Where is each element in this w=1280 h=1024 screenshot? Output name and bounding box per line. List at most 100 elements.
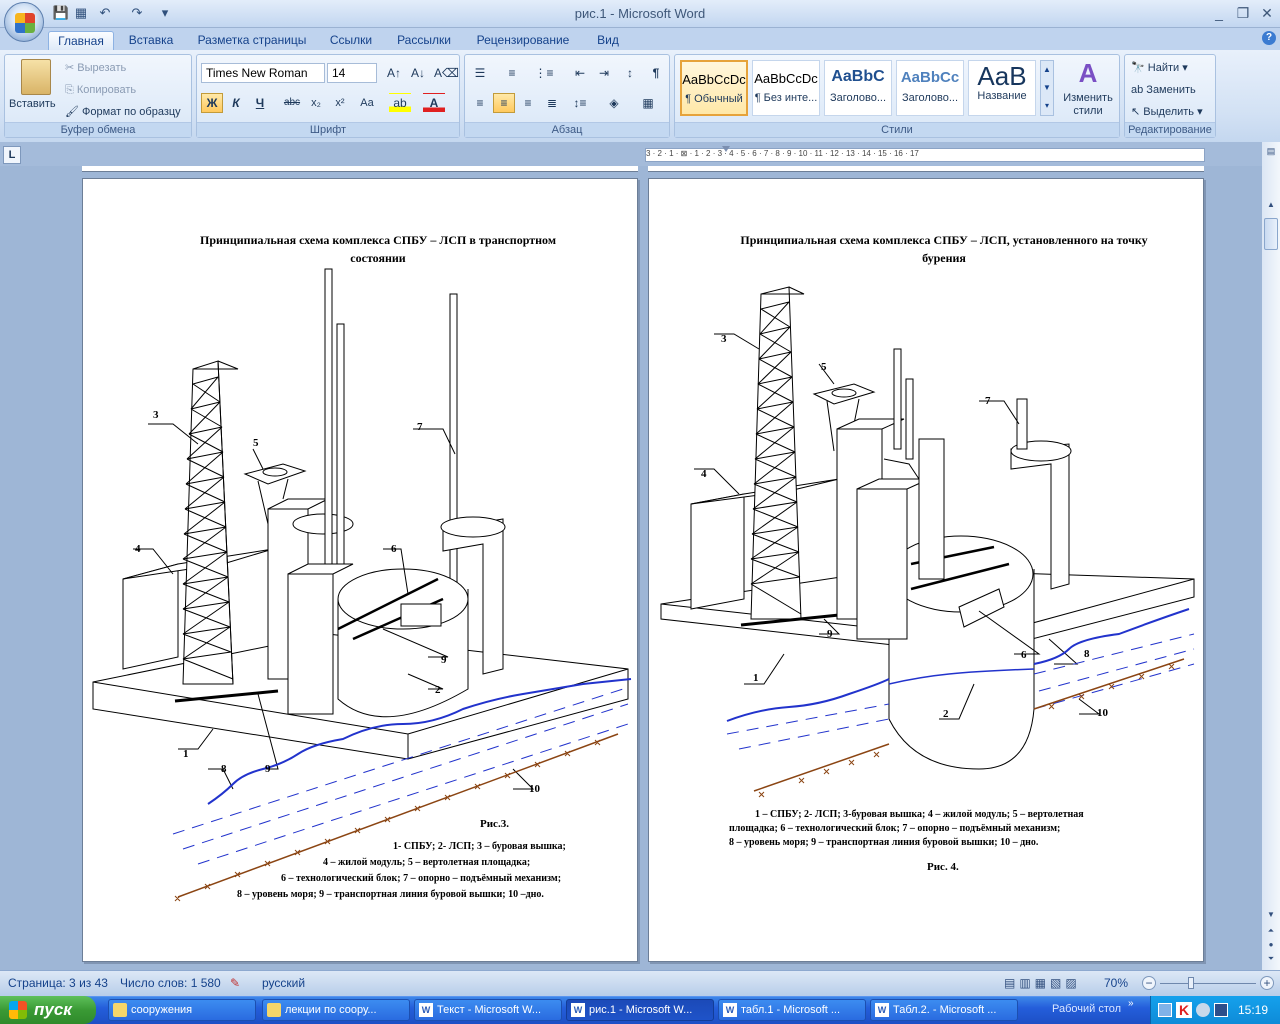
- start-button[interactable]: пуск: [0, 996, 96, 1024]
- shrink-font-icon[interactable]: A↓: [407, 63, 429, 83]
- page-count[interactable]: Страница: 3 из 43: [8, 976, 108, 990]
- copy-button[interactable]: ⎘ Копировать: [65, 81, 136, 99]
- page-1[interactable]: Принципиальная схема комплекса СПБУ – ЛС…: [82, 178, 638, 962]
- bullets-icon[interactable]: ☰: [469, 63, 491, 83]
- show-marks-icon[interactable]: ¶: [645, 63, 667, 83]
- tab-page-layout[interactable]: Разметка страницы: [192, 31, 312, 51]
- superscript-button[interactable]: x²: [329, 93, 351, 113]
- first-line-indent-marker[interactable]: [722, 146, 730, 154]
- decrease-indent-icon[interactable]: ⇤: [569, 63, 591, 83]
- format-painter-button[interactable]: 🖌 Формат по образцу: [65, 103, 181, 121]
- task-word-tabl1[interactable]: Wтабл.1 - Microsoft ...: [718, 999, 866, 1021]
- view-ruler-icon[interactable]: ▤: [1264, 146, 1278, 162]
- tab-review[interactable]: Рецензирование: [470, 31, 576, 51]
- zoom-slider-thumb[interactable]: [1188, 977, 1194, 989]
- network-tray-icon[interactable]: [1214, 1003, 1228, 1017]
- task-word-ris1[interactable]: Wрис.1 - Microsoft W...: [566, 999, 714, 1021]
- task-word-tabl2[interactable]: W Табл.2. - Microsoft ...: [870, 999, 1018, 1021]
- borders-icon[interactable]: ▦: [637, 93, 659, 113]
- p1-label-8: 8: [221, 763, 227, 775]
- style-name: ¶ Обычный: [685, 93, 743, 105]
- style-heading2[interactable]: AaBbCc Заголово...: [896, 60, 964, 116]
- help-icon[interactable]: ?: [1262, 31, 1276, 45]
- browse-object-icon[interactable]: ●: [1264, 940, 1278, 952]
- task-label: лекции по соору...: [285, 1004, 377, 1016]
- paste-button[interactable]: Вставить: [9, 95, 56, 113]
- zoom-slider-track[interactable]: [1160, 983, 1256, 984]
- bold-button[interactable]: Ж: [201, 93, 223, 113]
- multilevel-list-icon[interactable]: ⋮≡: [533, 63, 555, 83]
- zoom-out-icon[interactable]: −: [1142, 976, 1156, 990]
- volume-tray-icon[interactable]: [1196, 1003, 1210, 1017]
- scroll-up-icon[interactable]: ▲: [1264, 200, 1278, 214]
- change-styles-button[interactable]: Изменить стили: [1058, 92, 1118, 120]
- change-styles-icon[interactable]: A: [1070, 58, 1106, 88]
- sort-icon[interactable]: ↕: [619, 63, 641, 83]
- close-button[interactable]: ✕: [1256, 4, 1278, 22]
- toolbar-expand-icon[interactable]: »: [1128, 998, 1134, 1009]
- task-folder-sooruzheniya[interactable]: сооружения: [108, 999, 256, 1021]
- style-title[interactable]: AaB Название: [968, 60, 1036, 116]
- tab-home[interactable]: Главная: [48, 31, 114, 51]
- align-left-icon[interactable]: ≡: [469, 93, 491, 113]
- p1-label-9a: 9: [441, 654, 447, 666]
- paragraph-group: ☰ ≡ ⋮≡ ⇤ ⇥ ↕ ¶ ≡ ≡ ≡ ≣ ↕≡ ◈ ▦ Абзац: [464, 54, 670, 138]
- style-heading1[interactable]: AaBbC Заголово...: [824, 60, 892, 116]
- highlight-icon[interactable]: ab: [389, 93, 411, 113]
- change-case-button[interactable]: Aa: [353, 93, 381, 113]
- task-word-tekst[interactable]: W Текст - Microsoft W...: [414, 999, 562, 1021]
- increase-indent-icon[interactable]: ⇥: [593, 63, 615, 83]
- page-2[interactable]: Принципиальная схема комплекса СПБУ – ЛС…: [648, 178, 1204, 962]
- clock[interactable]: 15:19: [1238, 1003, 1268, 1017]
- style-normal[interactable]: AaBbCcDc ¶ Обычный: [680, 60, 748, 116]
- cut-button[interactable]: ✂ Вырезать: [65, 59, 126, 77]
- language-tray-icon[interactable]: [1158, 1003, 1172, 1017]
- align-center-icon[interactable]: ≡: [493, 93, 515, 113]
- underline-button[interactable]: Ч: [249, 93, 271, 113]
- shading-icon[interactable]: ◈: [603, 93, 625, 113]
- next-page-icon[interactable]: ⏷: [1264, 954, 1278, 966]
- tab-insert[interactable]: Вставка: [120, 31, 182, 51]
- antivirus-tray-icon[interactable]: K: [1176, 1002, 1192, 1018]
- tab-selector-icon[interactable]: L: [3, 146, 21, 164]
- font-color-icon[interactable]: A: [423, 93, 445, 113]
- minimize-button[interactable]: _: [1208, 4, 1230, 22]
- line-spacing-icon[interactable]: ↕≡: [569, 93, 591, 113]
- align-right-icon[interactable]: ≡: [517, 93, 539, 113]
- scroll-thumb[interactable]: [1264, 218, 1278, 250]
- scroll-down-icon[interactable]: ▼: [1264, 910, 1278, 924]
- grow-font-icon[interactable]: A↑: [383, 63, 405, 83]
- replace-label: Заменить: [1146, 84, 1196, 96]
- find-button[interactable]: 🔭 Найти ▾: [1131, 59, 1188, 77]
- zoom-in-icon[interactable]: +: [1260, 976, 1274, 990]
- office-button[interactable]: [4, 2, 44, 42]
- page1-legend-4: 8 – уровень моря; 9 – транспортная линия…: [237, 889, 544, 900]
- font-size-select[interactable]: 14: [327, 63, 377, 83]
- numbering-icon[interactable]: ≡: [501, 63, 523, 83]
- paste-icon[interactable]: [21, 59, 51, 95]
- subscript-button[interactable]: x₂: [305, 93, 327, 113]
- style-no-spacing[interactable]: AaBbCcDc ¶ Без инте...: [752, 60, 820, 116]
- desktop-toolbar-label[interactable]: Рабочий стол: [1052, 1003, 1121, 1015]
- restore-button[interactable]: ❐: [1232, 4, 1254, 22]
- tab-view[interactable]: Вид: [588, 31, 628, 51]
- font-family-select[interactable]: Times New Roman: [201, 63, 325, 83]
- tab-mailings[interactable]: Рассылки: [390, 31, 458, 51]
- zoom-level[interactable]: 70%: [1104, 976, 1128, 990]
- view-buttons[interactable]: ▤▥▦▧▨: [1004, 976, 1081, 990]
- task-folder-lektsii[interactable]: лекции по соору...: [262, 999, 410, 1021]
- italic-button[interactable]: К: [225, 93, 247, 113]
- tab-references[interactable]: Ссылки: [322, 31, 380, 51]
- select-button[interactable]: ↖ Выделить ▾: [1131, 103, 1203, 121]
- word-count[interactable]: Число слов: 1 580: [120, 976, 221, 990]
- proofing-icon[interactable]: ✎: [230, 976, 240, 990]
- language-indicator[interactable]: русский: [262, 976, 305, 990]
- clear-formatting-icon[interactable]: A⌫: [433, 63, 459, 83]
- strikethrough-button[interactable]: abc: [281, 93, 303, 113]
- vertical-scrollbar[interactable]: [1262, 142, 1280, 970]
- previous-page-icon[interactable]: ⏶: [1264, 926, 1278, 938]
- styles-scroll[interactable]: ▲ ▼ ▾: [1040, 60, 1054, 116]
- replace-button[interactable]: ab Заменить: [1131, 81, 1196, 99]
- task-label: рис.1 - Microsoft W...: [589, 1004, 693, 1016]
- justify-icon[interactable]: ≣: [541, 93, 563, 113]
